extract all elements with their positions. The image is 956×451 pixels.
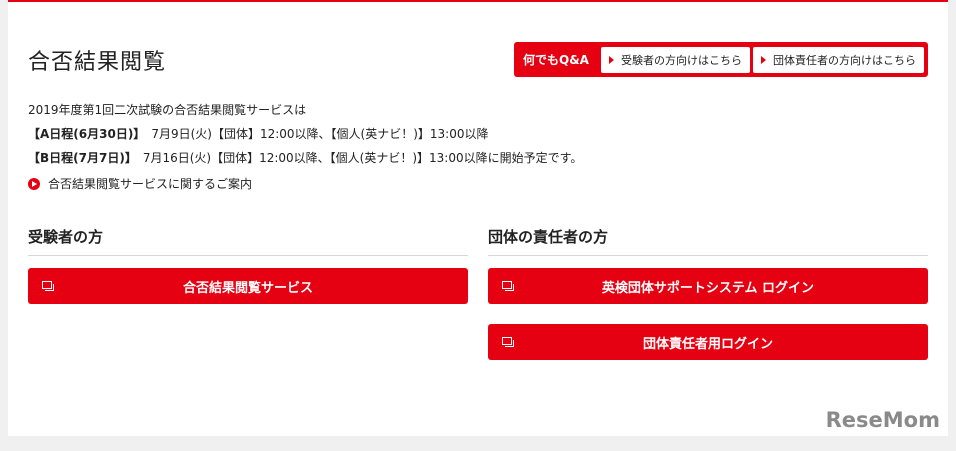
group-section-heading: 団体の責任者の方 <box>488 226 928 256</box>
schedule-b-label: 【B日程(7月7日)】 <box>28 151 131 165</box>
intro-line-3: 【B日程(7月7日)】 7月16日(火)【団体】12:00以降、【個人(英ナビ！… <box>28 146 582 170</box>
group-manager-login-button[interactable]: 団体責任者用ログイン <box>488 324 928 360</box>
page-panel: 合否結果閲覧 何でもQ&A 受験者の方向けはこちら 団体責任者の方向けはこちら … <box>8 0 948 436</box>
new-window-icon <box>42 281 54 291</box>
qa-label[interactable]: 何でもQ&A <box>514 51 598 68</box>
group-support-login-label: 英検団体サポートシステム ログイン <box>601 280 815 296</box>
triangle-right-icon <box>761 55 766 64</box>
page-title: 合否結果閲覧 <box>28 50 167 75</box>
intro-line-1: 2019年度第1回二次試験の合否結果閲覧サービスは <box>28 103 307 117</box>
guide-link[interactable]: 合否結果閲覧サービスに関するご案内 <box>28 175 252 192</box>
schedule-a-detail: 7月9日(火)【団体】12:00以降、【個人(英ナビ！)】13:00以降 <box>139 127 489 141</box>
examinee-section-heading: 受験者の方 <box>28 226 468 256</box>
qa-bar: 何でもQ&A 受験者の方向けはこちら 団体責任者の方向けはこちら <box>514 42 928 77</box>
group-support-login-button[interactable]: 英検団体サポートシステム ログイン <box>488 268 928 304</box>
group-link-label: 団体責任者の方向けはこちら <box>773 53 916 67</box>
schedule-a-label: 【A日程(6月30日)】 <box>28 127 140 141</box>
resemom-logo: ReseMom <box>825 408 940 432</box>
new-window-icon <box>502 337 514 347</box>
result-view-button-label: 合否結果閲覧サービス <box>182 280 313 296</box>
circle-arrow-icon <box>28 177 40 190</box>
group-link[interactable]: 団体責任者の方向けはこちら <box>753 46 924 73</box>
new-window-icon <box>502 281 514 291</box>
examinee-link-label: 受験者の方向けはこちら <box>621 53 742 67</box>
schedule-b-detail: 7月16日(火)【団体】12:00以降、【個人(英ナビ！)】13:00以降に開始… <box>130 151 583 165</box>
group-manager-login-label: 団体責任者用ログイン <box>642 336 773 352</box>
triangle-right-icon <box>609 55 614 64</box>
intro-text: 2019年度第1回二次試験の合否結果閲覧サービスは 【A日程(6月30日)】 7… <box>28 98 582 170</box>
guide-link-label: 合否結果閲覧サービスに関するご案内 <box>48 177 253 191</box>
result-view-button[interactable]: 合否結果閲覧サービス <box>28 268 468 304</box>
examinee-link[interactable]: 受験者の方向けはこちら <box>601 46 750 73</box>
intro-line-2: 【A日程(6月30日)】 7月9日(火)【団体】12:00以降、【個人(英ナビ！… <box>28 122 582 146</box>
